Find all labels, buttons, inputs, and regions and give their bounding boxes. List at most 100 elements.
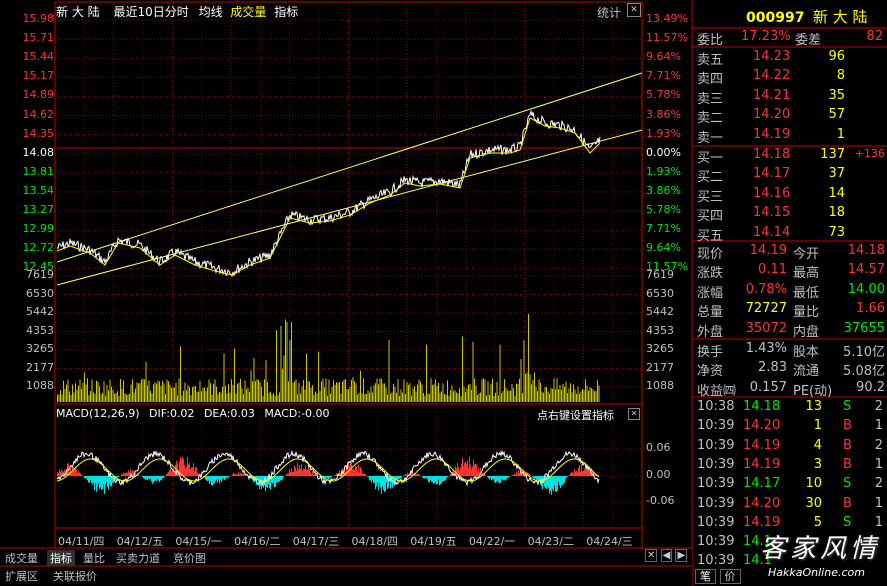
macd-bar [553, 476, 554, 492]
macd-settings-hint[interactable]: 点右键设置指标 [537, 407, 614, 423]
volume-bar [477, 395, 478, 402]
macd-bar [416, 474, 417, 476]
macd-bar [160, 476, 161, 481]
volume-bar [232, 384, 234, 402]
macd-bar [212, 476, 213, 486]
volume-bar [520, 359, 522, 402]
macd-bar [118, 476, 119, 477]
macd-bar [432, 476, 433, 482]
macd-bar [561, 476, 562, 486]
macd-bar [468, 467, 469, 476]
volume-bar [484, 379, 486, 402]
macd-close-icon[interactable]: ✕ [628, 408, 640, 420]
tick-price: 14.19 [743, 437, 781, 453]
volume-bar [576, 393, 577, 402]
volume-bar [444, 394, 445, 402]
close-panel-icon[interactable]: ✕ [645, 549, 658, 562]
macd-bar [73, 466, 74, 476]
date-label: 04/17/三 [292, 535, 340, 548]
stat-label: PE(动) [793, 383, 833, 399]
macd-bar [228, 476, 229, 478]
volume-bar [220, 392, 222, 402]
volume-bar [367, 390, 369, 402]
volume-bar [280, 325, 282, 402]
stats-button[interactable]: 统计 [597, 4, 621, 21]
date-label: 04/18/四 [351, 535, 398, 548]
sell-label: 卖四 [697, 72, 724, 88]
bottom-tab[interactable]: 成交量 [2, 550, 41, 566]
volume-bar [384, 383, 385, 402]
macd-bar [465, 462, 466, 476]
volume-bar [442, 383, 444, 402]
date-label: 04/23/二 [527, 535, 574, 548]
bottom-tab-2[interactable]: 关联报价 [50, 568, 100, 584]
macd-bar [493, 476, 494, 479]
volume-bar [456, 392, 457, 402]
macd-bar [145, 476, 146, 480]
volume-bar [66, 384, 67, 402]
macd-bar [138, 474, 139, 476]
arrow-right-icon[interactable]: ▶ [675, 549, 688, 562]
macd-bar [477, 471, 478, 476]
macd-bar [425, 476, 426, 479]
bottom-tab[interactable]: 竞价图 [170, 550, 209, 566]
macd-bar [104, 476, 105, 494]
volume-axis-label: 2177 [26, 360, 54, 374]
volume-label[interactable]: 成交量 [230, 5, 266, 19]
macd-bar [128, 470, 129, 476]
volume-bar [502, 391, 504, 402]
bottom-tab[interactable]: 指标 [47, 550, 75, 566]
bottom-tab[interactable]: 量比 [80, 550, 108, 566]
volume-bar [141, 379, 142, 402]
buy-label: 买五 [697, 228, 724, 244]
macd-bar [447, 476, 448, 478]
volume-bar [150, 390, 151, 402]
macd-bar [385, 476, 386, 491]
buy-label: 买一 [697, 151, 724, 166]
macd-bar [274, 476, 275, 488]
volume-bar [327, 395, 328, 402]
tab-tick[interactable]: 笔 [695, 569, 716, 584]
macd-bar [100, 476, 101, 488]
macd-bar [58, 473, 59, 476]
stat-row: 收益㈣ 0.157 PE(动) 90.2 [695, 379, 887, 399]
macd-bar [400, 476, 401, 479]
avg-line-label[interactable]: 均线 [199, 5, 223, 19]
bottom-tab-2[interactable]: 扩展区 [2, 568, 41, 584]
volume-bar [507, 390, 508, 402]
macd-bar [578, 467, 579, 476]
macd-bar [110, 476, 111, 487]
macd-bar [469, 456, 470, 476]
bottom-tab[interactable]: 买卖力道 [113, 550, 163, 566]
arrow-left-icon[interactable]: ◀ [660, 549, 673, 562]
indicator-label[interactable]: 指标 [274, 5, 298, 19]
volume-bar [88, 395, 90, 402]
volume-bar [361, 393, 363, 402]
macd-bar [551, 476, 552, 495]
volume-bar [148, 380, 150, 402]
volume-bar [310, 387, 312, 402]
macd-bar [353, 468, 354, 476]
tick-side: B [843, 437, 852, 453]
volume-bar [154, 382, 156, 402]
macd-bar [443, 476, 444, 482]
macd-bar [501, 476, 502, 479]
volume-bar [198, 391, 199, 402]
buy-price: 14.17 [753, 166, 791, 182]
volume-bar [469, 384, 471, 402]
volume-bar [525, 374, 526, 402]
nav-arrows[interactable]: ✕ ◀ ▶ [645, 549, 688, 562]
volume-bar [82, 382, 84, 402]
close-icon[interactable]: ✕ [627, 3, 641, 17]
tab-price[interactable]: 价 [719, 569, 741, 584]
macd-bar [401, 476, 402, 478]
volume-bar [121, 388, 123, 402]
volume-bar [478, 393, 480, 402]
macd-bar [466, 464, 467, 476]
percent-axis-label: 5.78% [646, 88, 681, 102]
volume-bar [75, 383, 76, 402]
tick-time: 10:39 [697, 476, 735, 492]
sell-price: 14.19 [753, 126, 791, 142]
macd-bar [156, 476, 157, 481]
volume-bar [394, 386, 396, 402]
